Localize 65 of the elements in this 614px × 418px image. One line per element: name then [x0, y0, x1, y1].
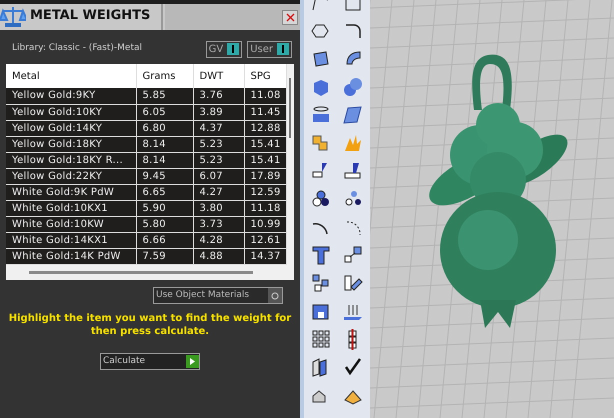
grid-surface-icon[interactable] — [342, 104, 364, 126]
table-cell[interactable]: 14.37 — [244, 248, 286, 264]
table-cell[interactable]: 5.80 — [136, 216, 193, 232]
vertical-scrollbar[interactable] — [289, 78, 292, 138]
switch-indicator-icon — [227, 43, 240, 55]
table-cell[interactable]: 6.07 — [193, 168, 244, 184]
table-cell[interactable]: Yellow Gold:10KY — [6, 104, 136, 120]
table-cell[interactable]: 6.65 — [136, 184, 193, 200]
table-cell[interactable]: White Gold:10KW — [6, 216, 136, 232]
instruction-text: Highlight the item you want to find the weight for then press calculate. — [8, 312, 292, 338]
calculate-button[interactable]: Calculate — [100, 353, 200, 370]
table-cell[interactable]: White Gold:14KX1 — [6, 232, 136, 248]
table-cell[interactable]: 6.05 — [136, 104, 193, 120]
scale-icon — [0, 5, 26, 29]
switch-indicator-icon — [268, 288, 282, 303]
table-cell[interactable]: White Gold:14K PdW — [6, 248, 136, 264]
close-icon — [286, 12, 294, 22]
table-cell[interactable]: 4.27 — [193, 184, 244, 200]
library-label: Library: Classic - (Fast)-Metal — [12, 42, 144, 56]
table-cell[interactable]: White Gold:10KX1 — [6, 200, 136, 216]
table-cell[interactable]: 7.59 — [136, 248, 193, 264]
table-cell[interactable]: 8.14 — [136, 136, 193, 152]
spheres-icon[interactable] — [342, 76, 364, 98]
table-cell[interactable]: Yellow Gold:18KY R... — [6, 152, 136, 168]
table-cell[interactable]: 3.80 — [193, 200, 244, 216]
table-cell[interactable]: 3.76 — [193, 88, 244, 104]
horizontal-scrollbar[interactable] — [29, 270, 253, 274]
table-cell[interactable]: 6.80 — [136, 120, 193, 136]
use-object-materials-toggle[interactable]: Use Object Materials — [153, 287, 283, 304]
panel-title: METAL WEIGHTS — [26, 4, 163, 30]
table-cell[interactable]: 3.89 — [193, 104, 244, 120]
table-cell[interactable]: 5.90 — [136, 200, 193, 216]
table-cell[interactable]: 4.37 — [193, 120, 244, 136]
table-cell[interactable]: 11.18 — [244, 200, 286, 216]
table-cell[interactable]: 11.08 — [244, 88, 286, 104]
table-cell[interactable]: 15.41 — [244, 136, 286, 152]
dot-grid-icon[interactable] — [310, 328, 332, 350]
switch-indicator-icon — [277, 43, 289, 55]
table-cell[interactable]: White Gold:9K PdW — [6, 184, 136, 200]
play-icon — [186, 355, 199, 368]
text-icon[interactable] — [310, 244, 332, 266]
table-cell[interactable]: 5.85 — [136, 88, 193, 104]
table-cell[interactable]: Yellow Gold:22KY — [6, 168, 136, 184]
table-cell[interactable]: 8.14 — [136, 152, 193, 168]
table-cell[interactable]: Yellow Gold:9KY — [6, 88, 136, 104]
table-cell[interactable]: 5.23 — [193, 152, 244, 168]
table-cell[interactable]: 3.73 — [193, 216, 244, 232]
table-cell[interactable]: Yellow Gold:14KY — [6, 120, 136, 136]
table-cell[interactable]: 9.45 — [136, 168, 193, 184]
toggle[interactable]: User — [247, 40, 292, 58]
table-cell[interactable]: 12.61 — [244, 232, 286, 248]
close-button[interactable] — [282, 10, 298, 24]
check-icon[interactable] — [342, 356, 364, 378]
table-cell[interactable]: 6.66 — [136, 232, 193, 248]
table-cell[interactable]: 12.88 — [244, 120, 286, 136]
table-cell[interactable]: Yellow Gold:18KY — [6, 136, 136, 152]
table-cell[interactable]: 11.45 — [244, 104, 286, 120]
table-cell[interactable]: 15.41 — [244, 152, 286, 168]
table-cell[interactable]: 4.88 — [193, 248, 244, 264]
table-cell[interactable]: 12.59 — [244, 184, 286, 200]
table-cell[interactable]: 10.99 — [244, 216, 286, 232]
table-cell[interactable]: 5.23 — [193, 136, 244, 152]
table-cell[interactable]: 4.28 — [193, 232, 244, 248]
toggle[interactable]: GV — [206, 40, 242, 58]
table-cell[interactable]: 17.89 — [244, 168, 286, 184]
